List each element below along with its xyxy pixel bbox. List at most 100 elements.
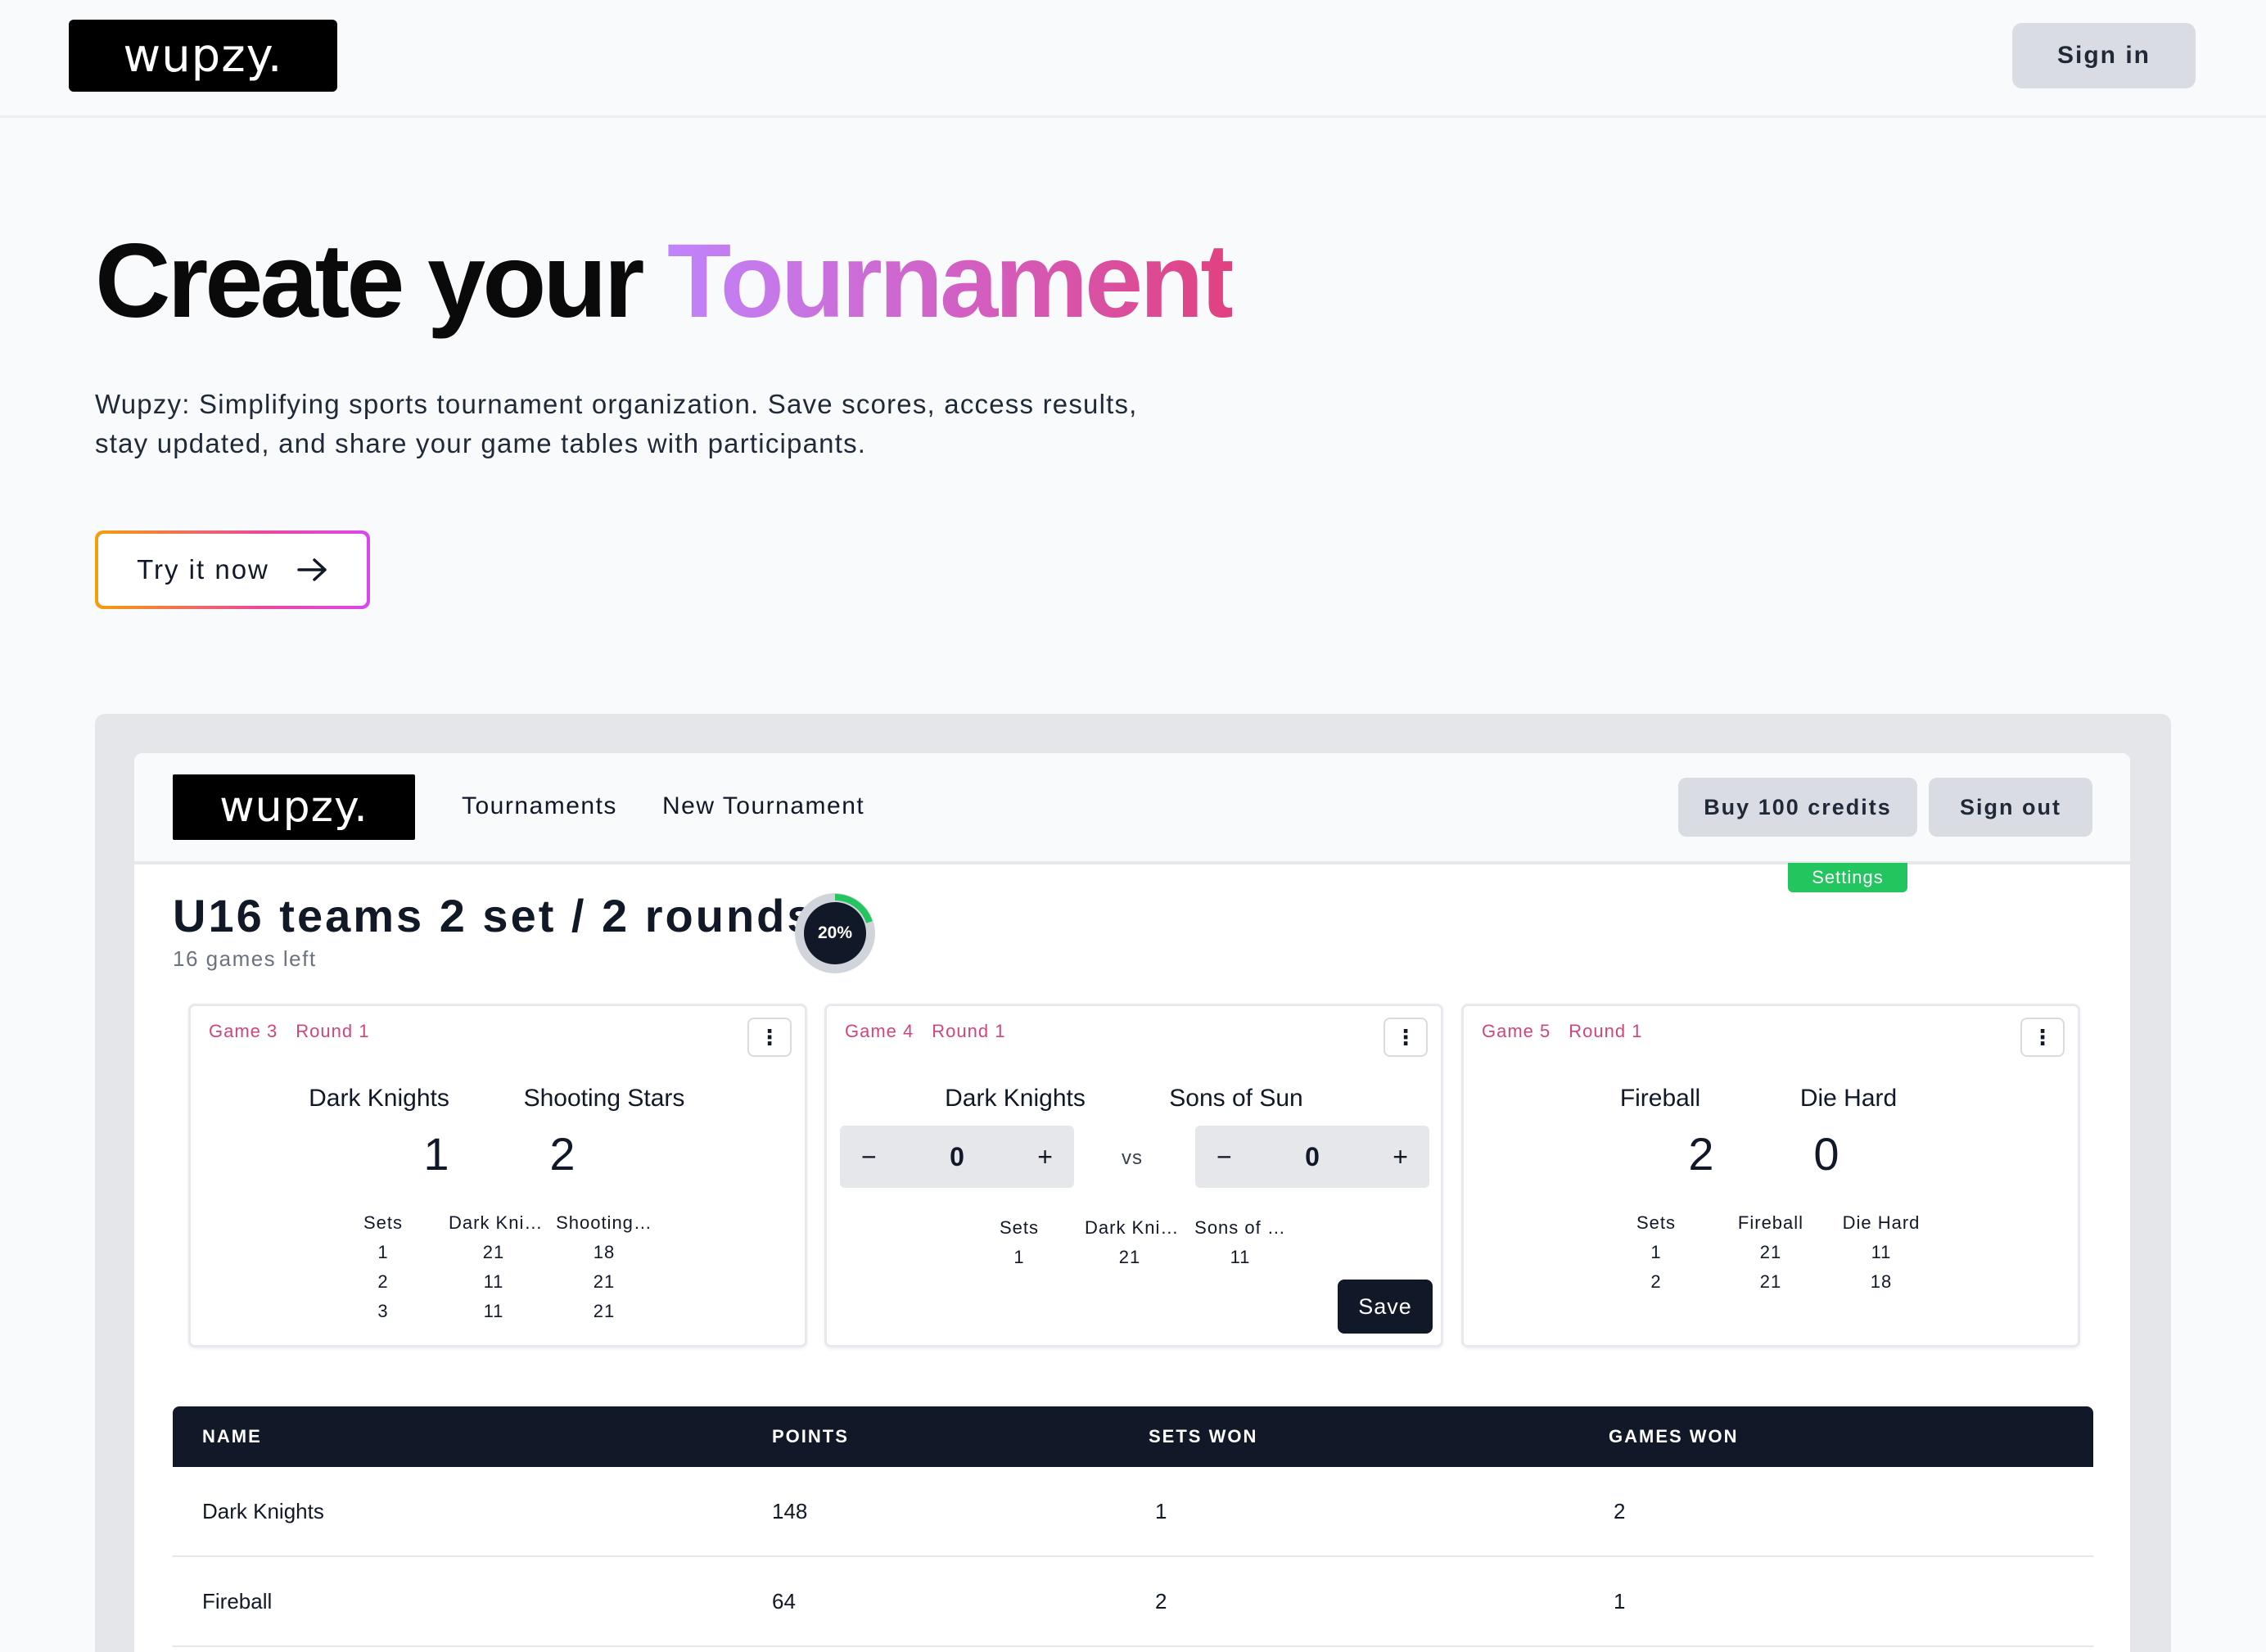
- round-number: Round 1: [296, 1021, 370, 1041]
- round-number: Round 1: [932, 1021, 1006, 1041]
- game-card: Game 5 Round 1 ⋮ Fireball Die Hard 2 0 Se…: [1461, 1004, 2080, 1347]
- sign-out-button[interactable]: Sign out: [1929, 778, 2092, 837]
- sets-header: Shooting…: [556, 1212, 652, 1233]
- game-number: Game 3: [209, 1021, 278, 1041]
- set-cell: 11: [1871, 1242, 1892, 1262]
- set-cell: 21: [1759, 1242, 1782, 1262]
- sets-header: Sets: [363, 1212, 404, 1233]
- set-cell: 1: [1650, 1242, 1662, 1262]
- sets-table: Sets Fireball Die Hard 1 21 11 2 21 18: [1464, 1212, 2083, 1311]
- game-number: Game 5: [1482, 1021, 1551, 1041]
- settings-tab[interactable]: Settings: [1788, 863, 1907, 892]
- games-left: 16 games left: [173, 946, 317, 971]
- table-row[interactable]: Dark Knights 148 1 2: [173, 1467, 2093, 1557]
- app-logo[interactable]: wupzy.: [173, 774, 415, 840]
- cell-sets-won: 1: [1155, 1498, 1167, 1523]
- table-header: NAME POINTS SETS WON GAMES WON: [173, 1406, 2093, 1467]
- decrement-button[interactable]: −: [1217, 1142, 1232, 1172]
- set-cell: 2: [377, 1271, 389, 1292]
- wupzy-logo[interactable]: wupzy.: [69, 20, 337, 92]
- team-a-name: Dark Knights: [945, 1085, 1086, 1112]
- set-cell: 21: [593, 1271, 616, 1292]
- team-a-name: Dark Knights: [309, 1085, 449, 1112]
- app-preview: wupzy. Tournaments New Tournament Buy 10…: [134, 753, 2130, 1652]
- column-header-games-won[interactable]: GAMES WON: [1609, 1406, 1739, 1467]
- progress-label: 20%: [817, 923, 853, 942]
- stepper-value[interactable]: 0: [950, 1142, 964, 1172]
- top-header: wupzy. Sign in: [0, 0, 2266, 118]
- arrow-right-icon: [297, 558, 327, 581]
- hero-subtitle: Wupzy: Simplifying sports tournament org…: [95, 389, 1138, 458]
- try-it-now-label: Try it now: [137, 554, 269, 585]
- table-row[interactable]: Fireball 64 2 1: [173, 1557, 2093, 1647]
- set-cell: 1: [377, 1242, 389, 1262]
- game-number: Game 4: [845, 1021, 914, 1041]
- more-options-icon[interactable]: ⋮: [747, 1018, 792, 1057]
- game-card: Game 4 Round 1 ⋮ Dark Knights Sons of Sun…: [824, 1004, 1443, 1347]
- team-a-score: 1: [423, 1128, 449, 1180]
- team-a-score: 2: [1688, 1128, 1714, 1180]
- set-cell: 18: [593, 1242, 616, 1262]
- team-b-score: 2: [549, 1128, 576, 1180]
- sets-header: Sons of …: [1194, 1217, 1286, 1238]
- decrement-button[interactable]: −: [861, 1142, 877, 1172]
- sets-header: Dark Kni…: [1085, 1217, 1180, 1238]
- tournament-title: U16 teams 2 set / 2 rounds: [173, 890, 815, 941]
- team-b-name: Shooting Stars: [523, 1085, 685, 1112]
- standings-table: NAME POINTS SETS WON GAMES WON Dark Knig…: [173, 1406, 2093, 1647]
- vs-label: vs: [1122, 1147, 1143, 1169]
- game-header: Game 3 Round 1: [209, 1021, 369, 1042]
- increment-button[interactable]: +: [1037, 1142, 1053, 1172]
- set-cell: 21: [593, 1301, 616, 1321]
- cell-points: 148: [772, 1498, 808, 1523]
- save-button[interactable]: Save: [1338, 1280, 1433, 1334]
- column-header-sets-won[interactable]: SETS WON: [1149, 1406, 1257, 1467]
- team-b-score: 0: [1813, 1128, 1839, 1180]
- team-b-name: Sons of Sun: [1169, 1085, 1303, 1112]
- team-b-score-stepper: − 0 +: [1195, 1126, 1429, 1188]
- column-header-points[interactable]: POINTS: [772, 1406, 849, 1467]
- nav-tournaments[interactable]: Tournaments: [462, 792, 617, 820]
- cell-name: Fireball: [202, 1588, 273, 1614]
- hero-title: Create your Tournament: [95, 221, 1235, 341]
- cell-points: 64: [772, 1588, 796, 1614]
- team-a-score-stepper: − 0 +: [840, 1126, 1074, 1188]
- sets-header: Fireball: [1737, 1212, 1804, 1233]
- app-navbar: wupzy. Tournaments New Tournament Buy 10…: [134, 753, 2130, 864]
- increment-button[interactable]: +: [1393, 1142, 1408, 1172]
- set-cell: 21: [1118, 1247, 1141, 1267]
- sets-header: Die Hard: [1842, 1212, 1921, 1233]
- set-cell: 18: [1870, 1271, 1893, 1292]
- set-cell: 11: [1230, 1247, 1251, 1267]
- hero-title-plain: Create your: [95, 223, 644, 340]
- team-b-name: Die Hard: [1799, 1085, 1898, 1112]
- stepper-value[interactable]: 0: [1305, 1142, 1320, 1172]
- nav-new-tournament[interactable]: New Tournament: [662, 792, 864, 820]
- set-cell: 3: [377, 1301, 389, 1321]
- sets-table: Sets Dark Kni… Sons of … 1 21 11: [827, 1217, 1446, 1283]
- hero-title-highlight: Tournament: [666, 223, 1235, 340]
- set-cell: 2: [1650, 1271, 1662, 1292]
- cell-games-won: 1: [1614, 1588, 1626, 1614]
- buy-credits-button[interactable]: Buy 100 credits: [1678, 778, 1917, 837]
- cell-sets-won: 2: [1155, 1588, 1167, 1614]
- set-cell: 11: [483, 1271, 504, 1292]
- column-header-name[interactable]: NAME: [202, 1406, 262, 1467]
- cell-games-won: 2: [1614, 1498, 1626, 1523]
- set-cell: 11: [483, 1301, 504, 1321]
- sets-header: Dark Kni…: [449, 1212, 544, 1233]
- game-header: Game 5 Round 1: [1482, 1021, 1642, 1042]
- try-it-now-button[interactable]: Try it now: [95, 530, 370, 609]
- sign-in-button[interactable]: Sign in: [2012, 23, 2196, 88]
- round-number: Round 1: [1569, 1021, 1643, 1041]
- sets-header: Sets: [999, 1217, 1040, 1238]
- more-options-icon[interactable]: ⋮: [2020, 1018, 2065, 1057]
- cell-name: Dark Knights: [202, 1498, 324, 1523]
- set-cell: 1: [1013, 1247, 1025, 1267]
- game-header: Game 4 Round 1: [845, 1021, 1005, 1042]
- game-card: Game 3 Round 1 ⋮ Dark Knights Shooting St…: [188, 1004, 807, 1347]
- team-a-name: Fireball: [1619, 1085, 1701, 1112]
- more-options-icon[interactable]: ⋮: [1384, 1018, 1428, 1057]
- sets-header: Sets: [1636, 1212, 1677, 1233]
- set-cell: 21: [482, 1242, 505, 1262]
